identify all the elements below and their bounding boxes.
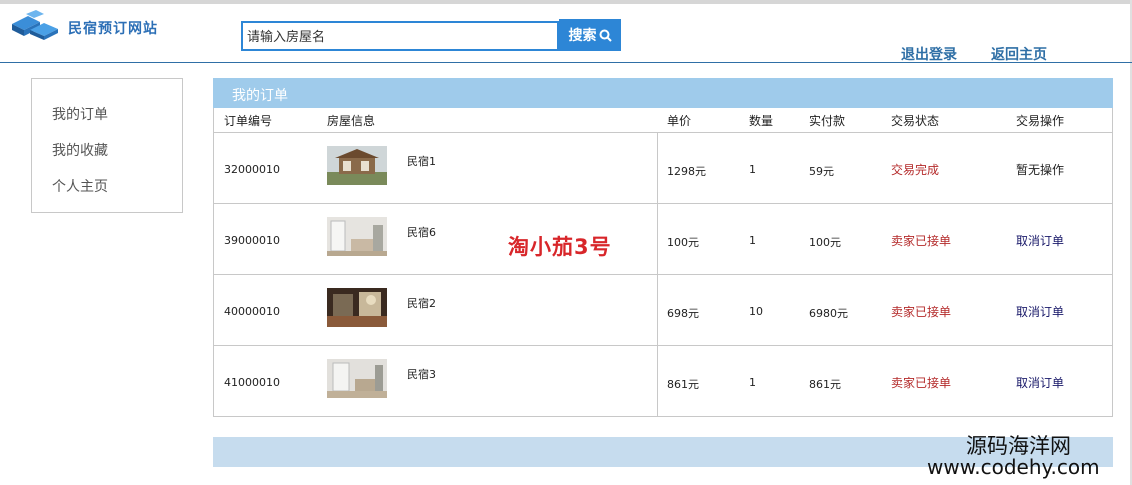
- column-header-house: 房屋信息: [327, 114, 376, 128]
- unit-price: 698元: [667, 307, 699, 320]
- site-watermark-url: www.codehy.com: [927, 455, 1100, 479]
- unit-price: 100元: [667, 236, 699, 249]
- quantity: 1: [749, 234, 756, 247]
- table-row: 32000010 民宿1 1298元 1 59元 交易完成 暂无操作: [214, 133, 1112, 204]
- sidebar-item-favorites[interactable]: 我的收藏: [52, 140, 108, 160]
- paid-amount: 6980元: [809, 307, 848, 320]
- header-divider: [0, 62, 1132, 63]
- house-name[interactable]: 民宿2: [407, 295, 436, 311]
- cancel-order-link[interactable]: 取消订单: [1016, 232, 1064, 249]
- logo-text: 民宿预订网站: [68, 21, 158, 37]
- house-name[interactable]: 民宿6: [407, 224, 436, 240]
- column-header-status: 交易状态: [891, 114, 940, 128]
- search-input[interactable]: [241, 21, 559, 51]
- quantity: 1: [749, 376, 756, 389]
- sidebar-item-profile[interactable]: 个人主页: [52, 176, 108, 196]
- cancel-order-link[interactable]: 取消订单: [1016, 303, 1064, 320]
- quantity: 10: [749, 305, 763, 318]
- column-header-order-id: 订单编号: [224, 114, 273, 128]
- paid-amount: 59元: [809, 165, 834, 178]
- logo-blocks-icon: [12, 10, 58, 40]
- table-row: 41000010 民宿3 861元 1 861元 卖家已接单 取消订单: [214, 346, 1112, 417]
- column-header-price: 单价: [667, 114, 692, 128]
- order-id: 40000010: [224, 305, 280, 318]
- order-id: 32000010: [224, 163, 280, 176]
- orders-panel-header: 我的订单: [213, 78, 1113, 108]
- unit-price: 1298元: [667, 165, 706, 178]
- status-badge: 卖家已接单: [891, 234, 952, 248]
- quantity: 1: [749, 163, 756, 176]
- sidebar-item-orders[interactable]: 我的订单: [52, 104, 108, 124]
- search-button-label: 搜索: [568, 27, 597, 43]
- order-id: 39000010: [224, 234, 280, 247]
- house-thumbnail[interactable]: [327, 359, 387, 398]
- status-badge: 卖家已接单: [891, 305, 952, 319]
- no-action-text: 暂无操作: [1016, 163, 1065, 177]
- paid-amount: 100元: [809, 236, 841, 249]
- home-link[interactable]: 返回主页: [991, 44, 1047, 64]
- house-thumbnail[interactable]: [327, 217, 387, 256]
- site-logo[interactable]: 民宿预订网站: [10, 10, 180, 46]
- order-id: 41000010: [224, 376, 280, 389]
- sidebar: 我的订单 我的收藏 个人主页: [31, 78, 183, 213]
- search-button[interactable]: 搜索: [559, 19, 621, 51]
- table-row: 39000010 民宿6 100元 1 100元 卖家已接单 取消订单: [214, 204, 1112, 275]
- search-icon: [599, 29, 612, 42]
- logout-link[interactable]: 退出登录: [901, 44, 957, 64]
- page-title: 我的订单: [232, 88, 288, 104]
- watermark-text: 淘小茄3号: [508, 235, 612, 259]
- status-badge: 卖家已接单: [891, 376, 952, 390]
- window-top-border: [0, 0, 1132, 4]
- house-thumbnail[interactable]: [327, 146, 387, 185]
- house-name[interactable]: 民宿1: [407, 153, 436, 169]
- column-header-paid: 实付款: [809, 114, 846, 128]
- table-row: 40000010 民宿2 698元 10 6980元 卖家已接单 取消订单: [214, 275, 1112, 346]
- house-name[interactable]: 民宿3: [407, 366, 436, 382]
- status-badge: 交易完成: [891, 163, 940, 177]
- unit-price: 861元: [667, 378, 699, 391]
- paid-amount: 861元: [809, 378, 841, 391]
- house-thumbnail[interactable]: [327, 288, 387, 327]
- orders-table: 订单编号 房屋信息 单价 数量 实付款 交易状态 交易操作 32000010 民…: [213, 108, 1113, 417]
- column-header-action: 交易操作: [1016, 114, 1065, 128]
- cancel-order-link[interactable]: 取消订单: [1016, 374, 1064, 391]
- column-header-quantity: 数量: [749, 114, 774, 128]
